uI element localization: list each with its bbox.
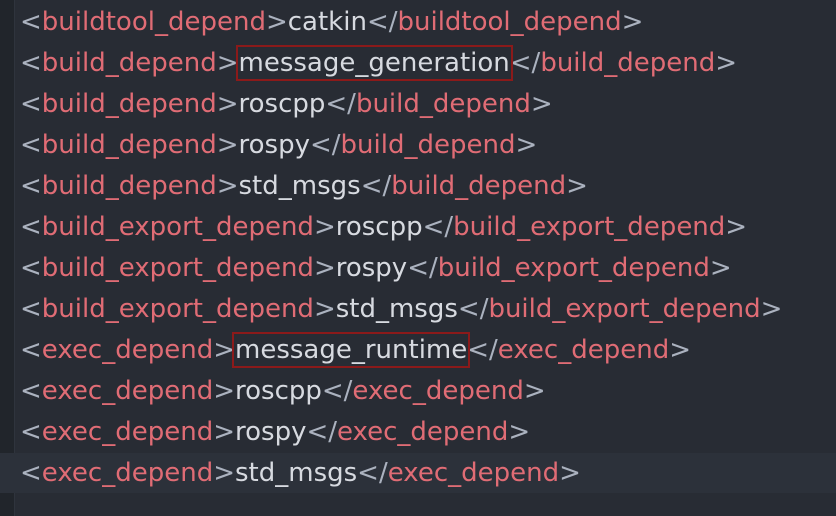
open-bracket-slash: </	[321, 376, 353, 406]
close-bracket: >	[508, 417, 531, 447]
xml-close-tag-name: buildtool_depend	[397, 7, 622, 37]
xml-close-tag-name: exec_depend	[337, 417, 509, 447]
code-editor[interactable]: <buildtool_depend>catkin</buildtool_depe…	[0, 0, 836, 516]
close-bracket: >	[213, 417, 235, 447]
close-bracket: >	[715, 48, 738, 78]
close-bracket: >	[566, 171, 588, 201]
open-bracket: <	[20, 130, 42, 160]
xml-element-value: roscpp	[335, 212, 423, 242]
xml-open-tag-name: build_export_depend	[41, 253, 314, 283]
open-bracket-slash: </	[467, 335, 498, 365]
open-bracket: <	[20, 335, 42, 365]
close-bracket: >	[213, 335, 235, 365]
xml-open-tag-name: build_export_depend	[41, 294, 314, 324]
xml-element-value: message_generation	[235, 45, 513, 81]
xml-element-value: std_msgs	[238, 171, 361, 201]
open-bracket: <	[20, 7, 42, 37]
code-line[interactable]: <exec_depend>rospy</exec_depend>	[0, 412, 836, 452]
xml-element-value: std_msgs	[235, 458, 358, 488]
xml-element-value: rospy	[238, 130, 310, 160]
xml-close-tag-name: build_export_depend	[488, 294, 761, 324]
open-bracket-slash: </	[360, 171, 392, 201]
close-bracket: >	[725, 212, 748, 242]
code-line[interactable]: <buildtool_depend>catkin</buildtool_depe…	[0, 2, 836, 42]
close-bracket: >	[760, 294, 783, 324]
xml-open-tag-name: exec_depend	[41, 376, 214, 406]
code-line[interactable]: <exec_depend>message_runtime</exec_depen…	[0, 330, 836, 370]
xml-element-value: rospy	[335, 253, 408, 283]
xml-open-tag-name: build_depend	[41, 48, 217, 78]
open-bracket-slash: </	[306, 417, 338, 447]
close-bracket: >	[530, 89, 553, 119]
close-bracket: >	[213, 458, 235, 488]
xml-open-tag-name: exec_depend	[41, 417, 214, 447]
open-bracket-slash: </	[366, 7, 398, 37]
close-bracket: >	[515, 130, 538, 160]
xml-element-value: std_msgs	[335, 294, 458, 324]
close-bracket: >	[216, 130, 239, 160]
open-bracket: <	[20, 417, 42, 447]
xml-open-tag-name: build_depend	[41, 130, 217, 160]
open-bracket: <	[20, 376, 42, 406]
code-line[interactable]: <build_depend>std_msgs</build_depend>	[0, 166, 836, 206]
open-bracket-slash: </	[325, 89, 356, 119]
close-bracket: >	[523, 376, 546, 406]
xml-close-tag-name: build_export_depend	[437, 253, 710, 283]
open-bracket: <	[20, 294, 42, 324]
open-bracket: <	[20, 48, 42, 78]
xml-close-tag-name: build_depend	[540, 48, 716, 78]
code-line[interactable]: <build_export_depend>std_msgs</build_exp…	[0, 289, 836, 329]
xml-element-value: catkin	[287, 7, 367, 37]
close-bracket: >	[621, 7, 644, 37]
code-line[interactable]: <build_export_depend>rospy</build_export…	[0, 248, 836, 288]
xml-element-value: roscpp	[235, 376, 322, 406]
close-bracket: >	[216, 171, 239, 201]
open-bracket: <	[20, 171, 42, 201]
close-bracket: >	[313, 212, 336, 242]
open-bracket-slash: </	[407, 253, 438, 283]
xml-open-tag-name: build_depend	[41, 171, 217, 201]
xml-open-tag-name: exec_depend	[41, 458, 214, 488]
xml-close-tag-name: build_depend	[391, 171, 567, 201]
close-bracket: >	[216, 89, 239, 119]
close-bracket: >	[709, 253, 732, 283]
open-bracket: <	[20, 89, 42, 119]
code-line[interactable]: <build_depend>message_generation</build_…	[0, 43, 836, 83]
xml-close-tag-name: build_depend	[340, 130, 516, 160]
xml-element-value: roscpp	[238, 89, 326, 119]
xml-open-tag-name: build_depend	[41, 89, 217, 119]
open-bracket-slash: </	[422, 212, 454, 242]
close-bracket: >	[559, 458, 581, 488]
close-bracket: >	[213, 376, 235, 406]
close-bracket: >	[669, 335, 691, 365]
close-bracket: >	[216, 48, 239, 78]
open-bracket-slash: </	[457, 294, 489, 324]
open-bracket-slash: </	[357, 458, 388, 488]
xml-element-value: rospy	[235, 417, 307, 447]
code-line[interactable]: <build_depend>rospy</build_depend>	[0, 125, 836, 165]
xml-open-tag-name: buildtool_depend	[41, 7, 266, 37]
open-bracket-slash: </	[309, 130, 341, 160]
code-line[interactable]: <exec_depend>std_msgs</exec_depend>	[0, 453, 836, 493]
xml-close-tag-name: build_depend	[355, 89, 531, 119]
xml-element-value: message_runtime	[231, 332, 471, 368]
open-bracket: <	[20, 212, 42, 242]
xml-close-tag-name: exec_depend	[352, 376, 524, 406]
xml-open-tag-name: build_export_depend	[41, 212, 314, 242]
close-bracket: >	[265, 7, 288, 37]
close-bracket: >	[313, 253, 336, 283]
xml-close-tag-name: build_export_depend	[453, 212, 726, 242]
close-bracket: >	[313, 294, 336, 324]
xml-close-tag-name: exec_depend	[497, 335, 670, 365]
code-line[interactable]: <build_depend>roscpp</build_depend>	[0, 84, 836, 124]
code-line[interactable]: <build_export_depend>roscpp</build_expor…	[0, 207, 836, 247]
open-bracket: <	[20, 458, 42, 488]
open-bracket: <	[20, 253, 42, 283]
xml-open-tag-name: exec_depend	[41, 335, 214, 365]
xml-close-tag-name: exec_depend	[387, 458, 560, 488]
code-line[interactable]: <exec_depend>roscpp</exec_depend>	[0, 371, 836, 411]
open-bracket-slash: </	[509, 48, 541, 78]
